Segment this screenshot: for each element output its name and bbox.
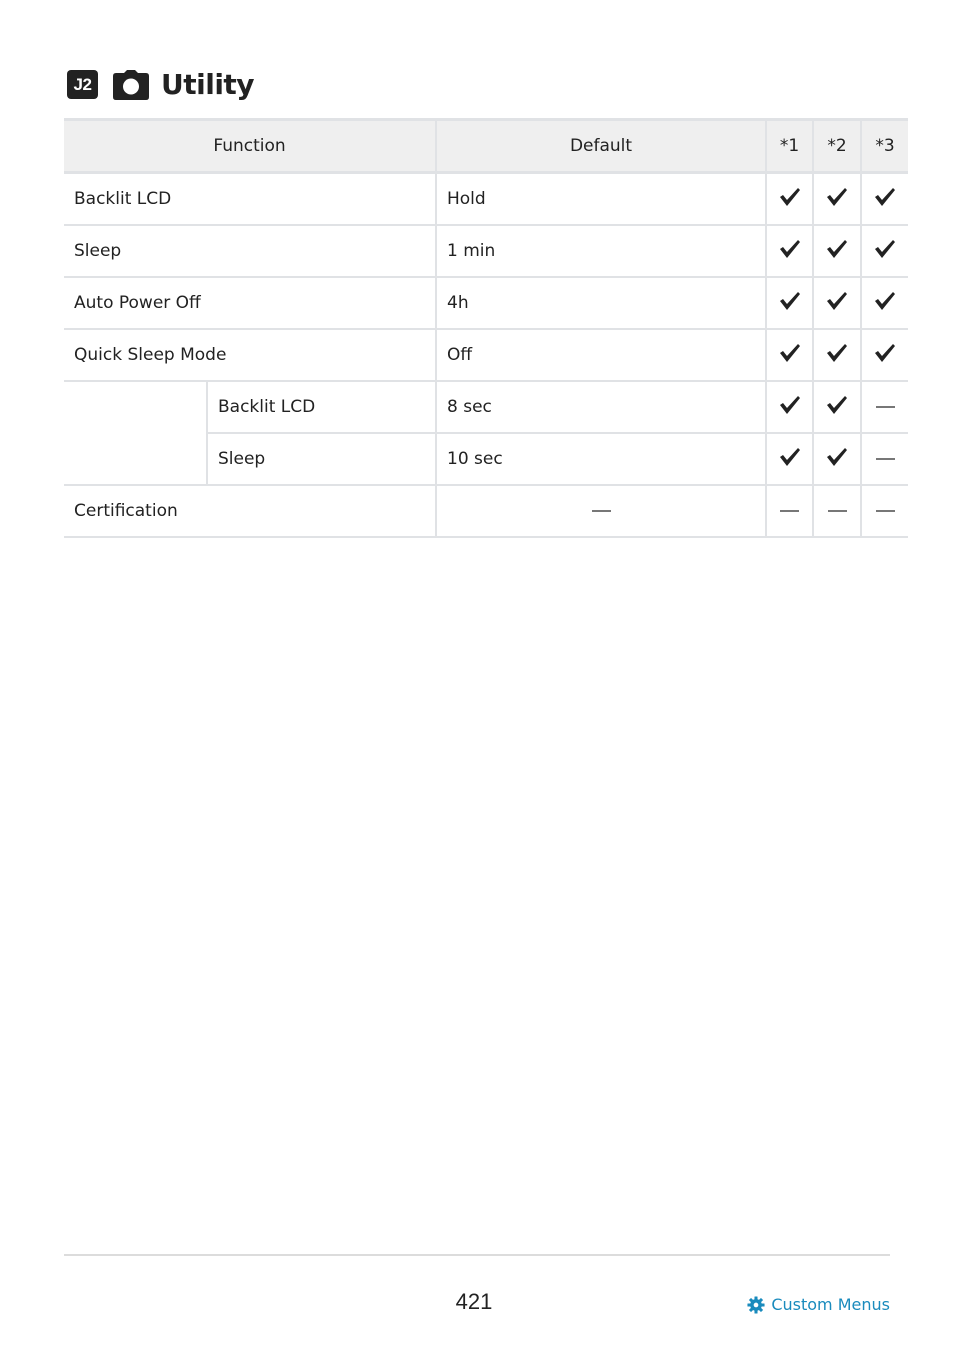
col3-cell [860,484,908,538]
default-cell [435,484,767,538]
col1-cell [765,276,814,330]
sub-function-cell: Backlit LCD [206,380,437,434]
function-cell: Certification [64,484,437,538]
footer-divider [64,1254,890,1256]
col1-cell [765,432,814,486]
page-title: Utility [161,68,255,101]
col1-cell [765,171,814,226]
col2-cell [812,224,862,278]
table-row: Quick Sleep Mode Off [64,328,908,382]
table-row: Sleep 1 min [64,224,908,278]
check-icon [875,187,895,206]
custom-menus-label: Custom Menus [771,1295,890,1314]
table-row: Backlit LCD Hold [64,171,908,226]
gear-icon [747,1295,765,1314]
dash-icon [780,510,799,512]
function-cell: Auto Power Off [64,276,437,330]
default-cell: 8 sec [435,380,767,434]
check-icon [875,343,895,362]
check-icon [827,395,847,414]
dash-icon [875,406,895,408]
check-icon [779,395,800,414]
check-icon [827,447,847,466]
col3-cell [860,432,908,486]
check-icon [779,187,800,206]
check-icon [875,239,895,258]
col2-cell [812,276,862,330]
col2-cell [812,328,862,382]
check-icon [827,239,847,258]
default-cell: Hold [435,171,767,226]
check-icon [827,291,847,310]
function-cell: Backlit LCD [64,171,437,226]
col1-cell [765,224,814,278]
dash-icon [591,510,611,512]
col3-cell [860,380,908,434]
table-row: Backlit LCD 8 sec [64,380,908,486]
camera-icon [113,69,149,100]
dash-icon [827,510,847,512]
page-number-text: 421 [455,1289,493,1314]
custom-menus-link[interactable]: Custom Menus [747,1295,890,1314]
col3-cell [860,276,908,330]
col3-cell [860,328,908,382]
col3-cell [860,171,908,226]
col1-cell [765,484,814,538]
menu-badge: J2 [67,70,98,99]
col1-cell [765,328,814,382]
check-icon [875,291,895,310]
default-cell: 4h [435,276,767,330]
sub-function-cell: Sleep [207,432,437,486]
header-col2: *2 [812,118,862,174]
check-icon [779,239,800,258]
check-icon [827,187,847,206]
check-icon [827,343,847,362]
default-cell: 10 sec [435,432,767,486]
header-col3: *3 [860,118,908,174]
section-heading: J2 Utility [67,68,255,101]
function-cell: Sleep [64,224,437,278]
dash-icon [875,458,895,460]
col2-cell [812,432,862,486]
col3-cell [860,224,908,278]
function-group-cell [64,380,208,486]
check-icon [779,291,800,310]
header-default: Default [435,118,767,174]
dash-icon [875,510,895,512]
table-row: Auto Power Off 4h [64,276,908,330]
check-icon [779,447,800,466]
utility-table: Function Default *1 *2 *3 Backlit LCD Hol… [64,118,908,538]
col2-cell [812,484,862,538]
check-icon [779,343,800,362]
col2-cell [812,380,862,434]
table-header-row: Function Default *1 *2 *3 [64,118,908,174]
header-col1: *1 [765,118,814,174]
col2-cell [812,171,862,226]
header-function: Function [64,118,437,174]
default-cell: Off [435,328,767,382]
function-cell: Quick Sleep Mode [64,328,437,382]
table-row: Certification [64,484,908,538]
default-cell: 1 min [435,224,767,278]
col1-cell [765,380,814,434]
